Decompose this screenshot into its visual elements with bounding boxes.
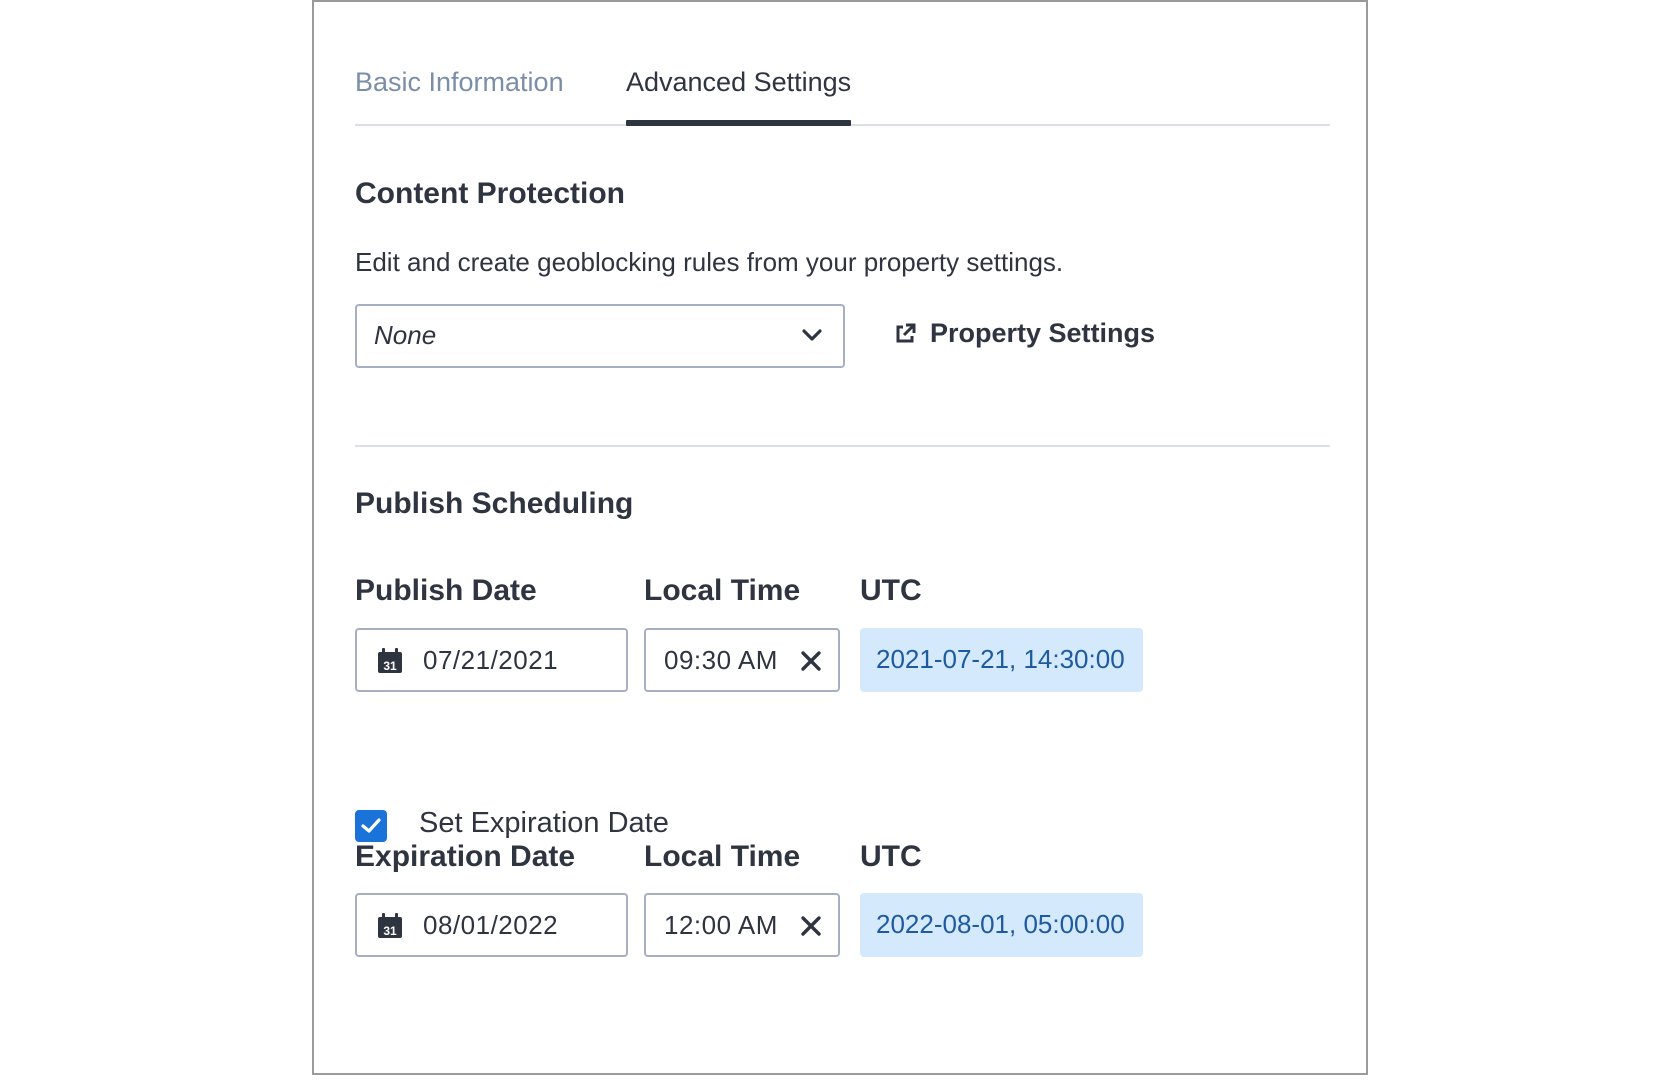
expiration-time-input[interactable]: 12:00 AM [644,893,840,957]
expiration-date-input[interactable]: 31 08/01/2022 [355,893,628,957]
tab-bar: Basic Information Advanced Settings [355,62,1330,126]
advanced-settings-panel: Basic Information Advanced Settings Cont… [312,0,1368,1075]
publish-utc-label: UTC [860,574,922,607]
expiration-utc-value: 2022-08-01, 05:00:00 [876,909,1125,939]
calendar-icon: 31 [378,648,402,673]
svg-text:31: 31 [383,659,397,673]
close-icon[interactable] [800,915,822,937]
close-icon[interactable] [800,650,822,672]
expiration-time-value: 12:00 AM [664,910,778,940]
geoblocking-rule-select[interactable]: None [355,304,845,368]
expiration-utc-value-box: 2022-08-01, 05:00:00 [860,893,1143,957]
svg-text:31: 31 [383,924,397,938]
publish-date-input[interactable]: 31 07/21/2021 [355,628,628,692]
publish-time-input[interactable]: 09:30 AM [644,628,840,692]
checkmark-icon [361,818,381,833]
set-expiration-checkbox[interactable] [355,810,387,842]
property-settings-label: Property Settings [930,318,1156,348]
tab-basic-information[interactable]: Basic Information [355,62,564,124]
publish-date-label: Publish Date [355,574,537,607]
external-link-icon [896,323,916,342]
expiration-utc-label: UTC [860,840,922,873]
property-settings-link[interactable]: Property Settings [894,318,1155,349]
tab-advanced-settings[interactable]: Advanced Settings [626,62,852,126]
select-value: None [374,320,437,350]
chevron-down-icon [802,329,822,341]
publish-utc-value-box: 2021-07-21, 14:30:00 [860,628,1143,692]
section-divider [355,445,1330,447]
publish-time-value: 09:30 AM [664,645,778,675]
expiration-date-value: 08/01/2022 [423,910,559,940]
publish-date-value: 07/21/2021 [423,645,559,675]
expiration-date-label: Expiration Date [355,840,576,873]
publish-utc-value: 2021-07-21, 14:30:00 [876,644,1125,674]
content-protection-description: Edit and create geoblocking rules from y… [355,247,1064,277]
content-protection-heading: Content Protection [355,177,625,210]
publish-local-time-label: Local Time [644,574,801,607]
set-expiration-label[interactable]: Set Expiration Date [419,807,669,840]
publish-scheduling-heading: Publish Scheduling [355,487,634,520]
calendar-icon: 31 [378,913,402,938]
expiration-local-time-label: Local Time [644,840,801,873]
